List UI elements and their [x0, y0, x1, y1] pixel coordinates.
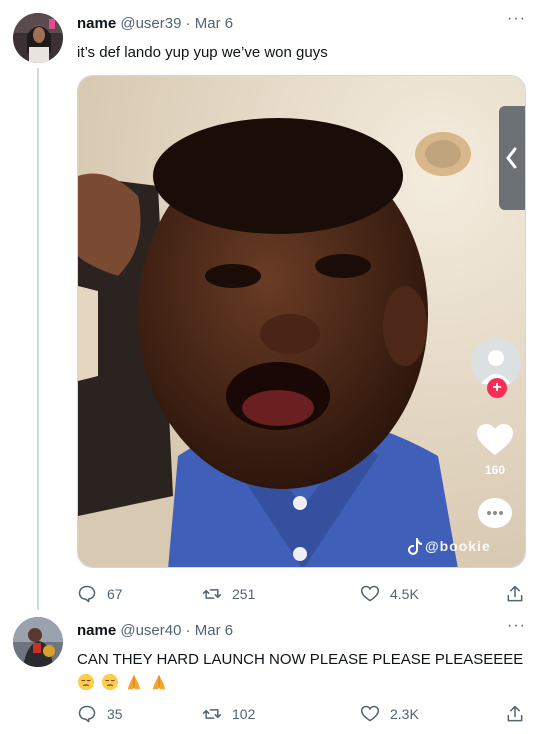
video-thumbnail[interactable]: + 160 @bookie [77, 75, 526, 568]
thread-connector-line [37, 68, 39, 610]
tweet-header: name @user40 · Mar 6 [77, 622, 233, 639]
tweet-text: it’s def lando yup yup we’ve won guys [77, 44, 328, 61]
reply-count: 35 [107, 706, 123, 722]
heart-outline-icon [360, 705, 380, 722]
more-options-button[interactable]: ··· [507, 10, 526, 28]
tweet-text: CAN THEY HARD LAUNCH NOW PLEASE PLEASE P… [77, 650, 527, 692]
emoji-row [77, 672, 527, 692]
reply-button[interactable]: 67 [77, 582, 123, 606]
video-frame-image [78, 76, 525, 567]
share-icon [507, 585, 523, 602]
tweet-actions: 67 251 4.5K [77, 582, 537, 606]
share-button[interactable] [505, 582, 535, 606]
share-button[interactable] [505, 702, 535, 726]
retweet-count: 251 [232, 586, 256, 602]
display-name[interactable]: name [77, 15, 116, 32]
reply-icon [78, 705, 96, 723]
avatar[interactable] [13, 13, 63, 63]
follow-plus-icon[interactable]: + [487, 378, 507, 398]
reply-button[interactable]: 35 [77, 702, 123, 726]
avatar[interactable] [13, 617, 63, 667]
separator-dot: · [185, 622, 191, 639]
like-button[interactable]: 4.5K [360, 582, 419, 606]
user-handle[interactable]: @user39 [120, 15, 181, 32]
tiktok-overlay: + 160 [465, 76, 525, 567]
like-button[interactable]: 2.3K [360, 702, 419, 726]
pensive-face-icon [102, 673, 119, 691]
retweet-button[interactable]: 102 [202, 702, 255, 726]
more-options-button[interactable]: ··· [507, 617, 526, 635]
reply-count: 67 [107, 586, 123, 602]
side-tab-handle[interactable] [499, 106, 525, 210]
comment-icon[interactable] [478, 498, 512, 528]
like-count: 2.3K [390, 706, 419, 722]
retweet-icon [202, 589, 222, 599]
tweet-actions: 35 102 2.3K [77, 702, 537, 726]
reply-icon [78, 585, 96, 603]
separator-dot: · [185, 15, 191, 32]
user-handle[interactable]: @user40 [120, 622, 181, 639]
share-icon [507, 705, 523, 722]
tweet-header: name @user39 · Mar 6 [77, 15, 233, 32]
folded-hands-icon [128, 674, 141, 690]
tweet-text-line: CAN THEY HARD LAUNCH NOW PLEASE PLEASE P… [77, 651, 524, 668]
heart-icon[interactable] [477, 424, 513, 456]
tweet-date[interactable]: Mar 6 [195, 622, 233, 639]
retweet-icon [202, 709, 222, 719]
chevron-left-icon [506, 147, 517, 169]
like-count: 160 [484, 463, 506, 477]
retweet-count: 102 [232, 706, 256, 722]
like-count: 4.5K [390, 586, 419, 602]
retweet-button[interactable]: 251 [202, 582, 255, 606]
folded-hands-icon [152, 674, 165, 690]
tiktok-watermark: @bookie [425, 538, 491, 554]
tiktok-logo-icon [408, 538, 422, 556]
pensive-face-icon [77, 673, 95, 691]
display-name[interactable]: name [77, 622, 116, 639]
tweet-date[interactable]: Mar 6 [195, 15, 233, 32]
heart-outline-icon [360, 585, 380, 602]
